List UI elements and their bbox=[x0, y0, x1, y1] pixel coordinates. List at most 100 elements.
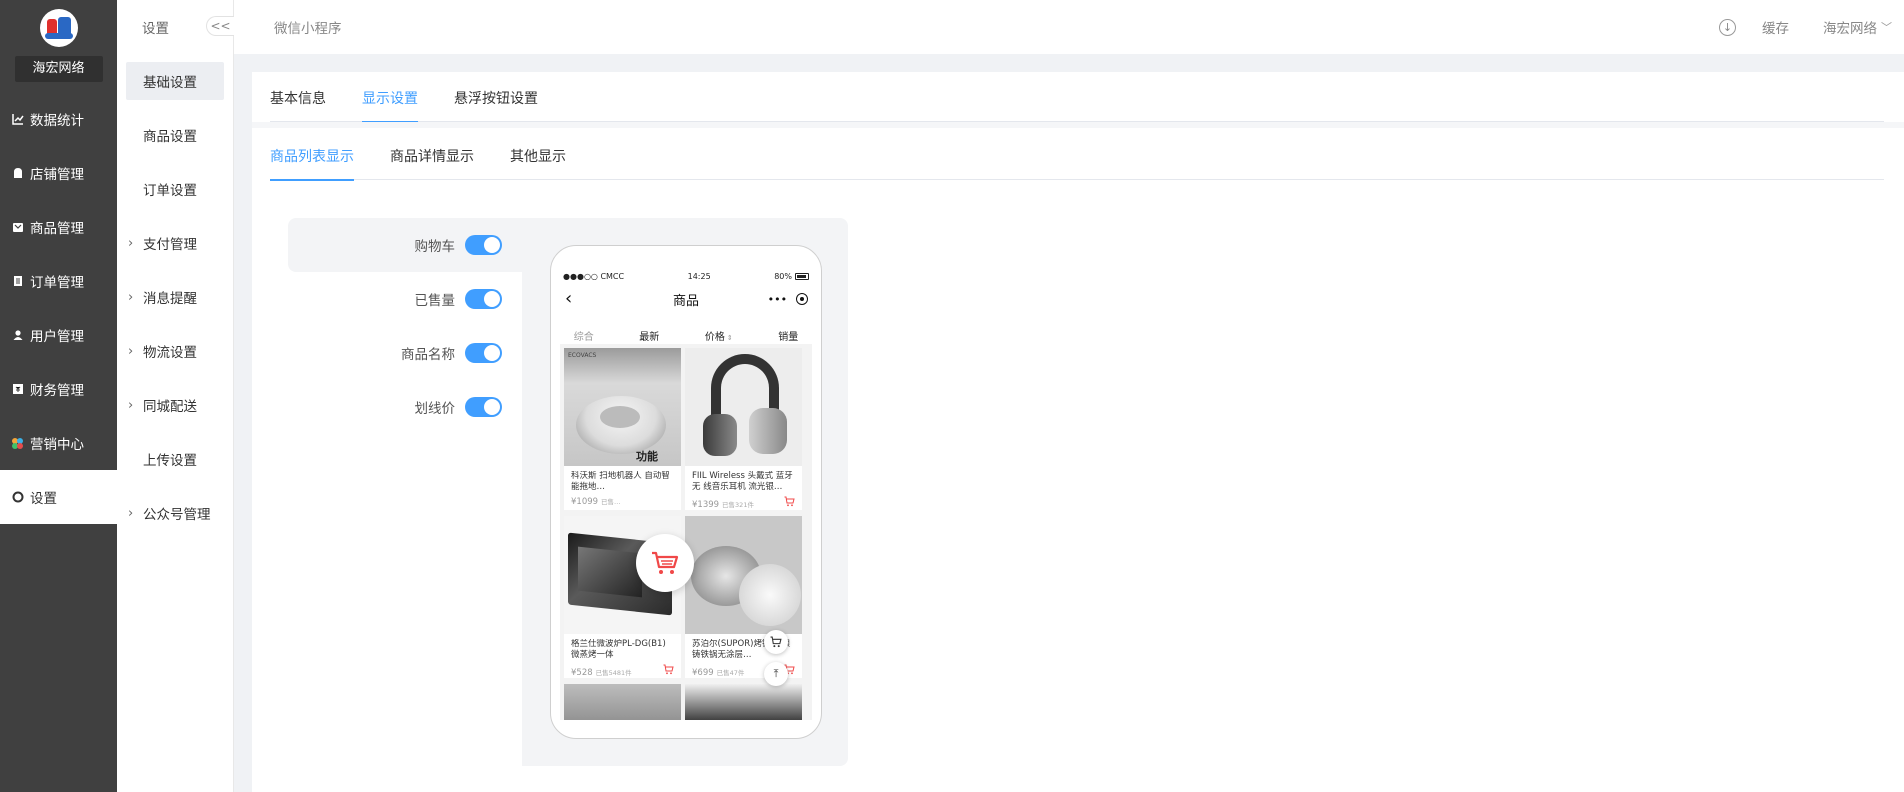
close-target-icon[interactable] bbox=[796, 293, 809, 305]
filter-sales[interactable]: 销量 bbox=[778, 328, 798, 343]
more-dots-icon[interactable]: ••• bbox=[768, 293, 787, 306]
cart-switch[interactable] bbox=[465, 235, 502, 255]
subnav-item-payment[interactable]: › 支付管理 bbox=[117, 216, 233, 270]
product-name-switch[interactable] bbox=[465, 343, 502, 363]
status-time: 14:25 bbox=[687, 271, 711, 281]
subnav-item-logistics[interactable]: › 物流设置 bbox=[117, 324, 233, 378]
subnav-item-label: 公众号管理 bbox=[143, 507, 211, 523]
cache-button[interactable]: 缓存 bbox=[1762, 17, 1789, 37]
product-meta: ¥528 已售5481件 bbox=[571, 664, 674, 678]
field-label: 已售量 bbox=[414, 293, 456, 309]
product-sold: 已售321件 bbox=[722, 501, 754, 509]
floating-cart-button[interactable] bbox=[636, 534, 694, 592]
subnav-item-label: 订单设置 bbox=[143, 183, 197, 199]
sidebar-item-label: 营销中心 bbox=[30, 437, 84, 453]
sidebar-item-orders[interactable]: 订单管理 bbox=[0, 254, 117, 308]
chart-icon bbox=[11, 113, 24, 126]
chevron-right-icon: › bbox=[128, 505, 134, 521]
brand-logo[interactable] bbox=[39, 9, 78, 47]
phone-page-title: 商品 bbox=[672, 293, 699, 309]
subnav-item-order-settings[interactable]: 订单设置 bbox=[117, 162, 233, 216]
sidebar-item-shop[interactable]: 店铺管理 bbox=[0, 146, 117, 200]
field-label: 划线价 bbox=[414, 401, 456, 417]
subnav-title: 设置 bbox=[142, 21, 169, 37]
header-actions: ↓ 缓存 海宏网络 ﹀ bbox=[1719, 17, 1904, 37]
chevron-right-icon: › bbox=[128, 235, 134, 251]
product-card[interactable]: ECOVACS 功能 科沃斯 扫地机器人 自动智能拖地… ¥1099 已售… bbox=[564, 348, 681, 510]
product-meta: ¥1399 已售321件 bbox=[692, 496, 795, 510]
subnav-item-upload-settings[interactable]: 上传设置 bbox=[117, 432, 233, 486]
user-menu[interactable]: 海宏网络 bbox=[1823, 17, 1877, 37]
product-price: ¥1099 bbox=[571, 497, 599, 507]
back-to-top-icon[interactable]: ⤒ bbox=[764, 662, 788, 686]
product-card-partial[interactable] bbox=[564, 684, 681, 720]
sidebar-item-statistics[interactable]: 数据统计 bbox=[0, 92, 117, 146]
subnav-item-official-account[interactable]: › 公众号管理 bbox=[117, 486, 233, 540]
product-card[interactable]: FIIL Wireless 头戴式 蓝牙无 线音乐耳机 流光银… ¥1399 已… bbox=[685, 348, 802, 510]
subnav-item-label: 商品设置 bbox=[143, 129, 197, 145]
sidebar-item-goods[interactable]: 商品管理 bbox=[0, 200, 117, 254]
breadcrumb: 微信小程序 bbox=[274, 21, 342, 37]
product-sold: 已售… bbox=[601, 498, 621, 506]
product-sold: 已售47件 bbox=[716, 669, 745, 677]
sidebar-item-label: 商品管理 bbox=[30, 221, 84, 237]
cart-icon[interactable] bbox=[663, 664, 674, 675]
battery-icon bbox=[794, 272, 809, 280]
subnav-item-goods-settings[interactable]: 商品设置 bbox=[117, 108, 233, 162]
miniprogram-capsule[interactable]: ••• bbox=[763, 289, 813, 309]
product-meta: ¥1099 已售… bbox=[571, 496, 674, 507]
product-name: FIIL Wireless 头戴式 蓝牙无 线音乐耳机 流光银… bbox=[692, 471, 793, 492]
shop-icon bbox=[11, 167, 24, 180]
small-cart-fab[interactable] bbox=[764, 630, 788, 654]
sidebar-item-settings[interactable]: 设置 bbox=[0, 470, 117, 524]
chevron-right-icon: › bbox=[128, 343, 134, 359]
sidebar-item-label: 数据统计 bbox=[30, 113, 84, 129]
sidebar-item-users[interactable]: 用户管理 bbox=[0, 308, 117, 362]
chevron-down-icon[interactable]: ﹀ bbox=[1881, 19, 1892, 35]
strike-price-switch[interactable] bbox=[465, 397, 502, 417]
product-card-partial[interactable] bbox=[685, 684, 802, 720]
product-sold: 已售5481件 bbox=[595, 669, 632, 677]
filter-price[interactable]: 价格 ⇕ bbox=[705, 328, 733, 343]
sidebar-item-label: 设置 bbox=[30, 491, 57, 507]
filter-comprehensive[interactable]: 综合 bbox=[574, 328, 594, 343]
phone-status-bar: ●●●○○ CMCC 14:25 80% bbox=[563, 270, 809, 282]
tab-basic-info[interactable]: 基本信息 bbox=[270, 72, 326, 122]
sidebar-item-marketing[interactable]: 营销中心 bbox=[0, 416, 117, 470]
product-image-headphones bbox=[685, 348, 802, 466]
subnav-item-label: 消息提醒 bbox=[143, 291, 197, 307]
sidebar-item-label: 财务管理 bbox=[30, 383, 84, 399]
field-label: 商品名称 bbox=[401, 347, 455, 363]
cart-icon[interactable] bbox=[784, 496, 795, 507]
back-arrow-icon[interactable]: ‹ bbox=[565, 289, 572, 309]
filter-newest[interactable]: 最新 bbox=[639, 328, 659, 343]
product-price: ¥699 bbox=[692, 668, 714, 678]
main-menu: 数据统计 店铺管理 商品管理 订单管理 用户管理 财务管理 营销中心 设置 bbox=[0, 92, 117, 524]
order-icon bbox=[11, 275, 24, 288]
download-icon[interactable]: ↓ bbox=[1719, 18, 1736, 36]
tab-product-detail-display[interactable]: 商品详情显示 bbox=[390, 128, 474, 180]
secondary-tabs: 商品列表显示 商品详情显示 其他显示 bbox=[270, 128, 1884, 181]
main-panel: 基本信息 显示设置 悬浮按钮设置 商品列表显示 商品详情显示 其他显示 购物车 … bbox=[252, 72, 1904, 792]
subnav-item-notifications[interactable]: › 消息提醒 bbox=[117, 270, 233, 324]
tab-product-list-display[interactable]: 商品列表显示 bbox=[270, 128, 354, 181]
subnav-item-basic-settings[interactable]: 基础设置 bbox=[117, 54, 233, 108]
brand-text: ECOVACS bbox=[568, 352, 597, 359]
product-price: ¥528 bbox=[571, 668, 593, 678]
strike-price-toggle-row: 划线价 bbox=[288, 392, 502, 422]
sidebar-item-finance[interactable]: 财务管理 bbox=[0, 362, 117, 416]
product-name: 格兰仕微波炉PL-DG(B1) 微蒸烤一体 bbox=[571, 639, 666, 660]
settings-icon bbox=[11, 491, 24, 504]
tab-float-button-settings[interactable]: 悬浮按钮设置 bbox=[454, 72, 538, 122]
finance-icon bbox=[11, 383, 24, 396]
sold-count-switch[interactable] bbox=[465, 289, 502, 309]
subnav-item-local-delivery[interactable]: › 同城配送 bbox=[117, 378, 233, 432]
main-sidebar: 海宏网络 数据统计 店铺管理 商品管理 订单管理 用户管理 财务管理 营销中心 … bbox=[0, 0, 117, 792]
subnav-item-label: 上传设置 bbox=[143, 453, 197, 469]
collapse-sidebar-button[interactable]: << bbox=[206, 16, 234, 36]
cart-icon bbox=[770, 636, 782, 648]
product-card[interactable]: 苏泊尔(SUPOR)烤锅 珐琅铸铁锅无涂层… ¥699 已售47件 bbox=[685, 516, 802, 678]
tab-other-display[interactable]: 其他显示 bbox=[510, 128, 566, 180]
chevron-right-icon: › bbox=[128, 397, 134, 413]
tab-display-settings[interactable]: 显示设置 bbox=[362, 72, 418, 123]
